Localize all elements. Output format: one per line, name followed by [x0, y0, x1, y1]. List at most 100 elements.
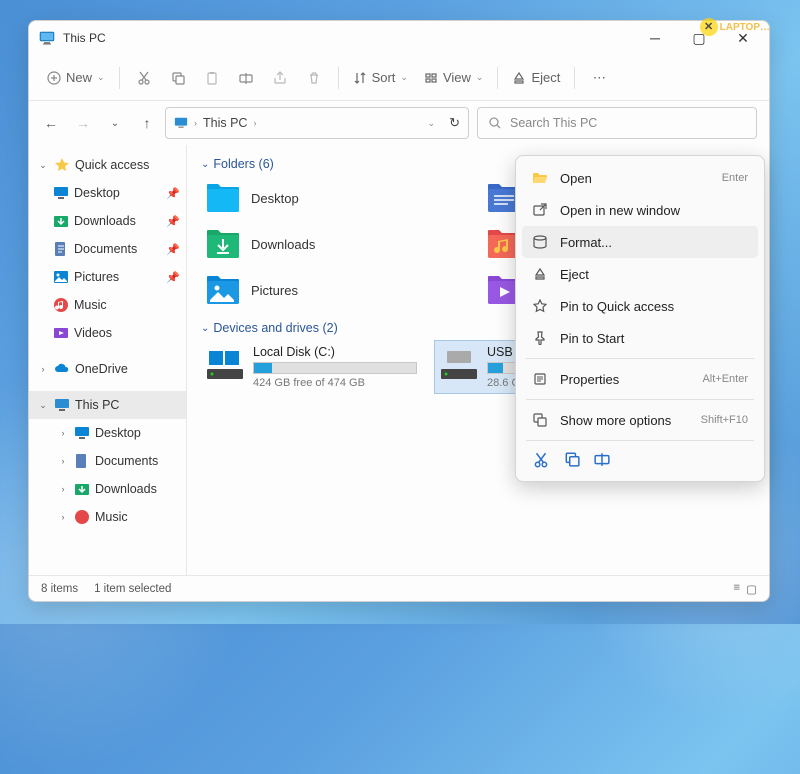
pin-icon: 📌	[166, 271, 180, 284]
local-disk-icon	[205, 345, 245, 385]
copy-icon[interactable]	[564, 451, 580, 469]
eject-button[interactable]: Eject	[506, 62, 566, 94]
this-pc-icon	[39, 30, 55, 46]
ctx-open-new-window[interactable]: Open in new window	[522, 194, 758, 226]
copy-button[interactable]	[162, 62, 194, 94]
breadcrumb-item[interactable]: This PC	[203, 116, 247, 130]
sidebar-item-this-pc[interactable]: ⌄ This PC	[29, 391, 186, 419]
chevron-down-icon: ⌄	[476, 72, 484, 83]
watermark: ✕LAPTOP…	[700, 18, 770, 36]
sidebar-item-onedrive[interactable]: › OneDrive	[29, 355, 186, 383]
trash-icon	[307, 71, 321, 85]
sort-button[interactable]: Sort⌄	[347, 62, 414, 94]
selection-count: 1 item selected	[94, 583, 171, 595]
cut-button[interactable]	[128, 62, 160, 94]
ctx-properties[interactable]: Properties Alt+Enter	[522, 363, 758, 395]
more-button[interactable]: ⋯	[583, 62, 615, 94]
drive-local-c[interactable]: Local Disk (C:) 424 GB free of 474 GB	[201, 341, 421, 393]
paste-icon	[205, 71, 219, 85]
refresh-button[interactable]: ↻	[449, 115, 460, 131]
pin-icon: 📌	[166, 215, 180, 228]
this-pc-icon	[174, 116, 188, 130]
more-options-icon	[532, 412, 548, 428]
rename-icon	[239, 71, 253, 85]
sort-icon	[353, 71, 367, 85]
up-button[interactable]: ↑	[137, 113, 157, 133]
recent-locations-button[interactable]: ⌄	[105, 113, 125, 133]
music-icon	[74, 509, 90, 525]
rename-icon[interactable]	[594, 451, 610, 469]
new-button[interactable]: New ⌄	[41, 62, 111, 94]
chevron-down-icon: ⌄	[97, 72, 105, 83]
paste-button[interactable]	[196, 62, 228, 94]
copy-icon	[171, 71, 185, 85]
view-button[interactable]: View⌄	[418, 62, 490, 94]
search-input[interactable]: Search This PC	[477, 107, 757, 139]
details-view-button[interactable]: ≡	[733, 582, 740, 596]
navigation-pane: ⌄ Quick access Desktop 📌 Downloads 📌 Doc…	[29, 145, 187, 575]
ctx-eject[interactable]: Eject	[522, 258, 758, 290]
chevron-right-icon: ›	[57, 428, 69, 438]
folder-downloads[interactable]: Downloads	[201, 223, 474, 265]
toolbar: New ⌄ Sort⌄ View⌄ Eject ⋯	[29, 55, 769, 101]
share-icon	[273, 71, 287, 85]
downloads-folder-icon	[205, 228, 241, 260]
eject-icon	[532, 266, 548, 282]
ctx-pin-quick-access[interactable]: Pin to Quick access	[522, 290, 758, 322]
ctx-open[interactable]: Open Enter	[522, 162, 758, 194]
sidebar-item-desktop[interactable]: Desktop 📌	[29, 179, 186, 207]
chevron-down-icon: ⌄	[201, 159, 209, 170]
desktop-icon	[74, 425, 90, 441]
search-icon	[488, 116, 502, 130]
chevron-down-icon[interactable]: ⌄	[428, 118, 436, 129]
star-icon	[54, 157, 70, 173]
downloads-icon	[53, 213, 69, 229]
onedrive-icon	[54, 361, 70, 377]
sidebar-item-pictures[interactable]: Pictures 📌	[29, 263, 186, 291]
sidebar-item-tp-music[interactable]: › Music	[29, 503, 186, 531]
desktop-icon	[53, 185, 69, 201]
minimize-button[interactable]: ─	[633, 23, 677, 53]
window-title: This PC	[63, 31, 106, 45]
folder-open-icon	[532, 170, 548, 186]
ctx-format[interactable]: Format...	[522, 226, 758, 258]
music-icon	[53, 297, 69, 313]
format-icon	[532, 234, 548, 250]
status-bar: 8 items 1 item selected ≡ ▢	[29, 575, 769, 601]
folder-desktop[interactable]: Desktop	[201, 177, 474, 219]
sidebar-item-music[interactable]: Music	[29, 291, 186, 319]
pin-icon	[532, 330, 548, 346]
tiles-view-button[interactable]: ▢	[746, 582, 757, 596]
view-icon	[424, 71, 438, 85]
chevron-right-icon: ›	[37, 364, 49, 374]
delete-button[interactable]	[298, 62, 330, 94]
cut-icon[interactable]	[532, 451, 550, 469]
sidebar-item-tp-downloads[interactable]: › Downloads	[29, 475, 186, 503]
sidebar-item-quick-access[interactable]: ⌄ Quick access	[29, 151, 186, 179]
sidebar-item-documents[interactable]: Documents 📌	[29, 235, 186, 263]
chevron-down-icon: ⌄	[37, 160, 49, 171]
ctx-pin-start[interactable]: Pin to Start	[522, 322, 758, 354]
sidebar-item-downloads[interactable]: Downloads 📌	[29, 207, 186, 235]
open-new-window-icon	[532, 202, 548, 218]
usb-drive-icon	[439, 345, 479, 385]
back-button[interactable]: ←	[41, 113, 61, 133]
address-bar[interactable]: › This PC › ⌄ ↻	[165, 107, 469, 139]
pin-icon: 📌	[166, 187, 180, 200]
forward-button[interactable]: →	[73, 113, 93, 133]
chevron-down-icon: ⌄	[201, 323, 209, 334]
pictures-icon	[53, 269, 69, 285]
drive-usage-bar	[253, 362, 417, 374]
rename-button[interactable]	[230, 62, 262, 94]
sidebar-item-tp-documents[interactable]: › Documents	[29, 447, 186, 475]
folder-pictures[interactable]: Pictures	[201, 269, 474, 311]
chevron-right-icon: ›	[57, 484, 69, 494]
sidebar-item-tp-desktop[interactable]: › Desktop	[29, 419, 186, 447]
desktop-folder-icon	[205, 182, 241, 214]
ctx-show-more-options[interactable]: Show more options Shift+F10	[522, 404, 758, 436]
share-button[interactable]	[264, 62, 296, 94]
plus-circle-icon	[47, 71, 61, 85]
properties-icon	[532, 371, 548, 387]
pin-icon: 📌	[166, 243, 180, 256]
sidebar-item-videos[interactable]: Videos	[29, 319, 186, 347]
